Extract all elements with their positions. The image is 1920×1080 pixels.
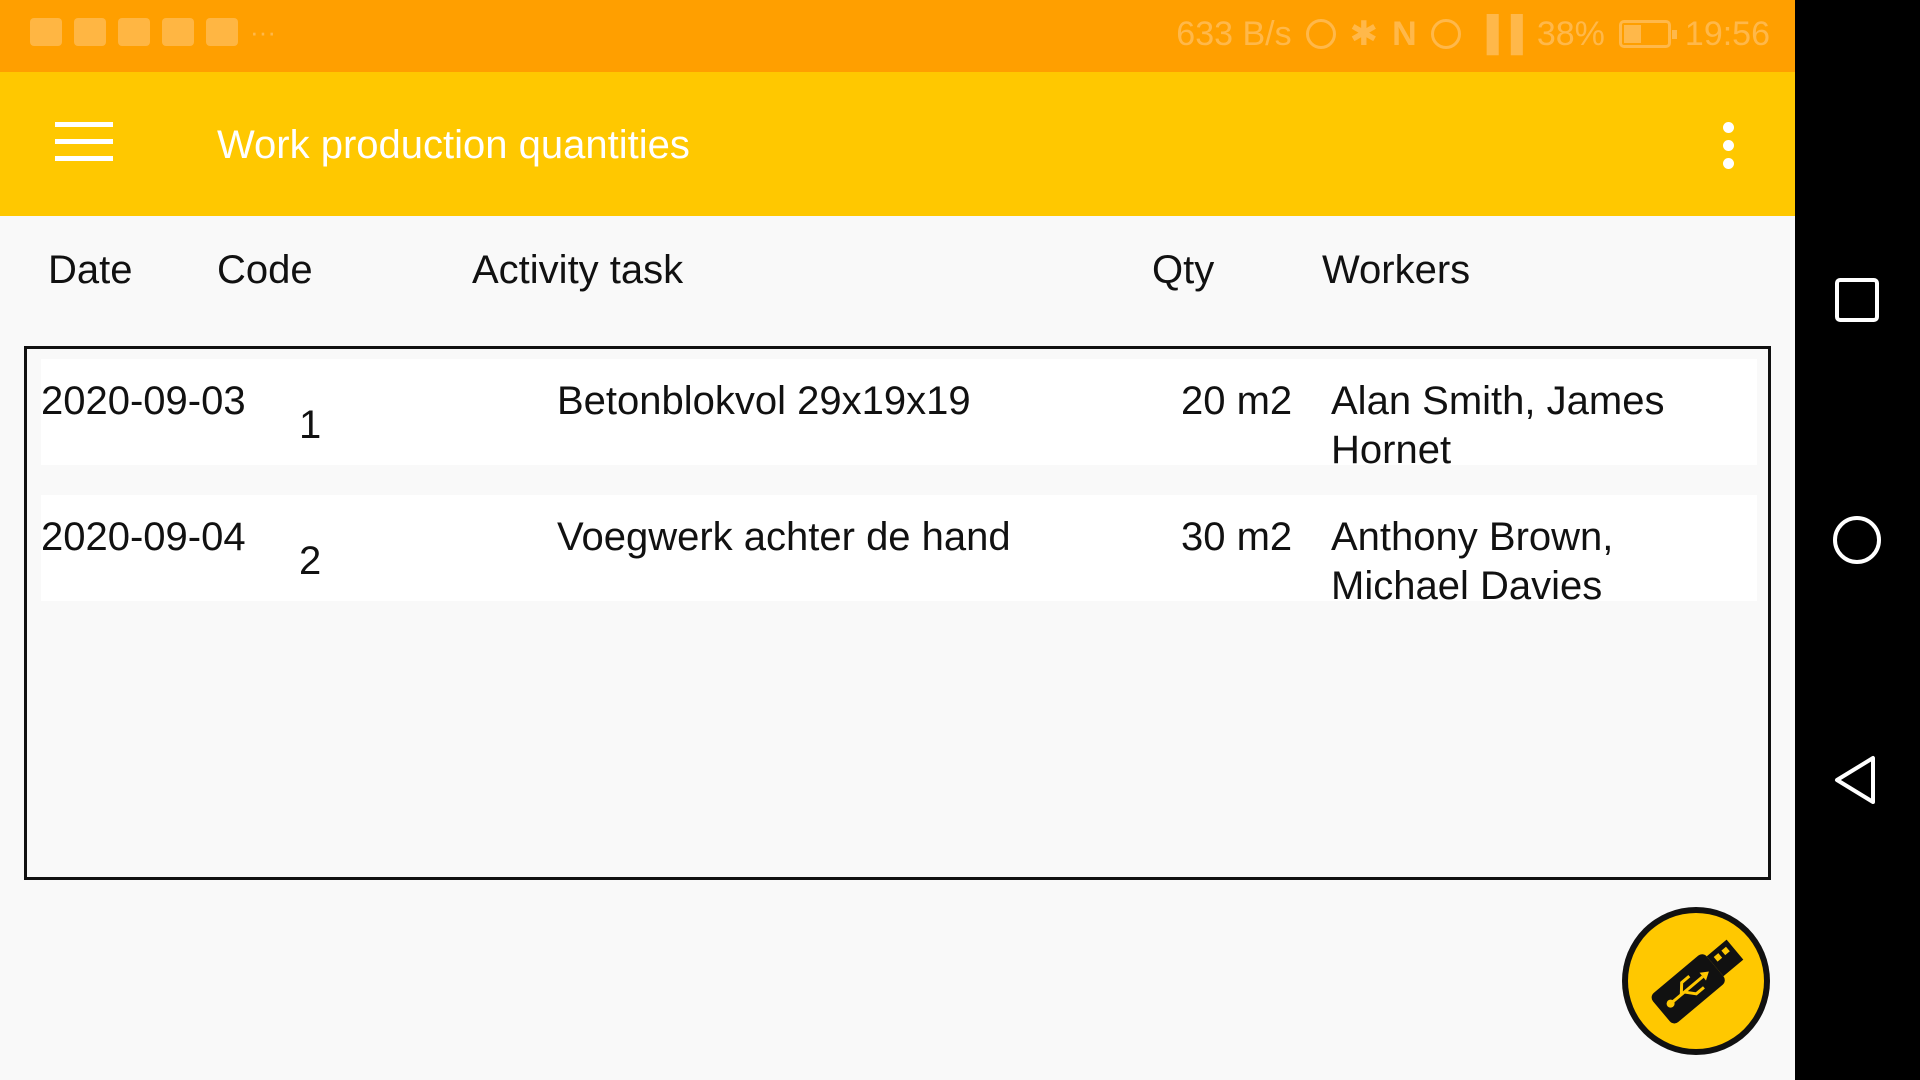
column-header-code: Code	[217, 248, 313, 292]
cell-activity-task: Betonblokvol 29x19x19	[557, 379, 971, 423]
page-title: Work production quantities	[217, 123, 690, 167]
clock: 19:56	[1684, 14, 1770, 53]
network-speed: 633 B/s	[1176, 14, 1292, 53]
status-bar: ··· 633 B/s ✱ N ▐▐ 38% 19:56	[0, 0, 1795, 72]
app-screen: ··· 633 B/s ✱ N ▐▐ 38% 19:56 Work produc…	[0, 0, 1795, 1080]
production-table: 2020-09-03 1 Betonblokvol 29x19x19 20 m2…	[24, 346, 1771, 880]
gmail-icon	[118, 18, 150, 46]
bluetooth-icon: ✱	[1349, 15, 1379, 53]
recent-apps-icon[interactable]	[1827, 270, 1887, 330]
cell-code: 2	[299, 539, 322, 583]
cell-date: 2020-09-04	[41, 515, 246, 559]
youtube-icon	[162, 18, 194, 46]
overflow-menu-icon[interactable]	[1712, 120, 1746, 172]
usb-export-button[interactable]	[1622, 907, 1770, 1055]
hotspot-icon	[1305, 19, 1336, 49]
table-row[interactable]: 2020-09-04 2 Voegwerk achter de hand 30 …	[41, 495, 1757, 608]
back-icon[interactable]	[1827, 750, 1887, 810]
calendar-icon	[206, 18, 238, 46]
column-header-workers: Workers	[1322, 248, 1471, 292]
nfc-icon: N	[1392, 14, 1417, 53]
notification-icon	[30, 18, 62, 46]
eye-comfort-icon	[1430, 19, 1461, 49]
home-icon[interactable]	[1827, 510, 1887, 570]
usb-drive-icon	[1651, 939, 1744, 1024]
table-row[interactable]: 2020-09-03 1 Betonblokvol 29x19x19 20 m2…	[41, 359, 1757, 472]
battery-icon	[1618, 20, 1677, 48]
cell-activity-task: Voegwerk achter de hand	[557, 515, 1011, 559]
cell-qty: 30 m2	[1181, 515, 1293, 559]
status-info: 633 B/s ✱ N ▐▐ 38% 19:56	[1176, 14, 1770, 54]
cell-workers: Alan Smith, James Hornet	[1331, 379, 1665, 472]
cell-qty: 20 m2	[1181, 379, 1293, 423]
cell-workers: Anthony Brown, Michael Davies	[1331, 515, 1614, 608]
column-header-qty: Qty	[1152, 248, 1215, 292]
cell-code: 1	[299, 403, 322, 447]
mail-icon	[74, 18, 106, 46]
column-header-activity-task: Activity task	[472, 248, 684, 292]
notification-icons: ···	[30, 18, 276, 46]
navigation-bar	[1795, 0, 1920, 1080]
signal-icon: ▐▐	[1474, 14, 1523, 53]
hamburger-menu-icon[interactable]	[55, 120, 113, 166]
column-header-date: Date	[48, 248, 133, 292]
battery-percent: 38%	[1536, 14, 1605, 53]
more-dots-icon: ···	[250, 17, 276, 47]
app-bar: Work production quantities	[0, 72, 1795, 216]
cell-date: 2020-09-03	[41, 379, 246, 423]
